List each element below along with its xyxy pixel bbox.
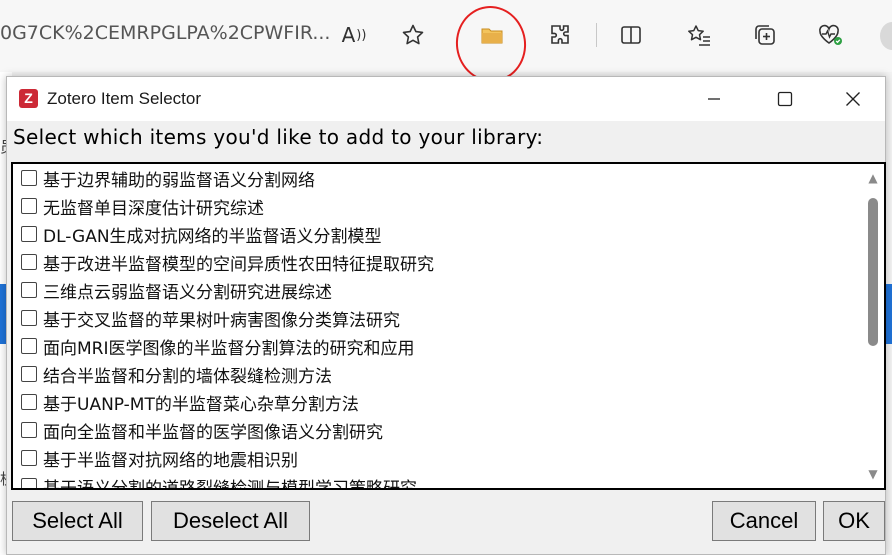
dialog-titlebar[interactable]: Z Zotero Item Selector	[7, 77, 885, 121]
list-item[interactable]: 基于UANP-MT的半监督菜心杂草分割方法	[13, 388, 860, 416]
zotero-item-selector-dialog: Z Zotero Item Selector Select which item…	[6, 76, 886, 555]
cancel-button[interactable]: Cancel	[712, 501, 816, 541]
list-item[interactable]: 基于交叉监督的苹果树叶病害图像分类算法研究	[13, 304, 860, 332]
address-bar-url[interactable]: 0G7CK%2CEMRPGLPA%2CPWFIR...	[0, 22, 330, 44]
item-checkbox[interactable]	[21, 198, 37, 214]
item-label: 基于改进半监督模型的空间异质性农田特征提取研究	[43, 254, 434, 275]
dialog-title: Zotero Item Selector	[47, 89, 202, 108]
item-list[interactable]: 基于边界辅助的弱监督语义分割网络 无监督单目深度估计研究综述 DL-GAN生成对抗网…	[11, 162, 886, 490]
item-checkbox[interactable]	[21, 478, 37, 488]
list-item[interactable]: 面向MRI医学图像的半监督分割算法的研究和应用	[13, 332, 860, 360]
item-checkbox[interactable]	[21, 366, 37, 382]
item-label: 结合半监督和分割的墙体裂缝检测方法	[43, 366, 332, 387]
scroll-down-arrow-icon[interactable]: ▼	[865, 466, 881, 482]
item-label: 面向全监督和半监督的医学图像语义分割研究	[43, 422, 383, 443]
item-checkbox[interactable]	[21, 282, 37, 298]
list-item[interactable]: 基于半监督对抗网络的地震相识别	[13, 444, 860, 472]
instruction-prompt: Select which items you'd like to add to …	[13, 125, 544, 149]
item-checkbox[interactable]	[21, 226, 37, 242]
list-item[interactable]: 三维点云弱监督语义分割研究进展综述	[13, 276, 860, 304]
extensions-icon[interactable]	[543, 18, 577, 52]
item-list-rows: 基于边界辅助的弱监督语义分割网络 无监督单目深度估计研究综述 DL-GAN生成对抗网…	[13, 164, 860, 490]
collections-icon[interactable]	[748, 18, 782, 52]
profile-avatar[interactable]	[880, 22, 892, 50]
item-checkbox[interactable]	[21, 450, 37, 466]
ok-button[interactable]: OK	[823, 501, 885, 541]
list-item[interactable]: 结合半监督和分割的墙体裂缝检测方法	[13, 360, 860, 388]
browser-health-icon[interactable]	[813, 18, 847, 52]
zotero-app-icon: Z	[19, 89, 38, 108]
vertical-scrollbar[interactable]: ▲ ▼	[862, 164, 884, 488]
item-checkbox[interactable]	[21, 338, 37, 354]
favorite-star-icon[interactable]	[396, 18, 430, 52]
list-item[interactable]: 无监督单目深度估计研究综述	[13, 192, 860, 220]
item-checkbox[interactable]	[21, 254, 37, 270]
favorites-list-icon[interactable]	[682, 18, 716, 52]
item-label: 面向MRI医学图像的半监督分割算法的研究和应用	[43, 338, 415, 359]
item-label: 三维点云弱监督语义分割研究进展综述	[43, 282, 332, 303]
browser-toolbar: 0G7CK%2CEMRPGLPA%2CPWFIR... A))	[0, 0, 892, 87]
maximize-button[interactable]	[750, 77, 820, 121]
read-aloud-icon[interactable]: A))	[337, 18, 371, 52]
item-label: 基于UANP-MT的半监督菜心杂草分割方法	[43, 394, 359, 415]
list-item[interactable]: DL-GAN生成对抗网络的半监督语义分割模型	[13, 220, 860, 248]
item-checkbox[interactable]	[21, 310, 37, 326]
select-all-button[interactable]: Select All	[12, 501, 143, 541]
item-checkbox[interactable]	[21, 170, 37, 186]
item-label: 基于交叉监督的苹果树叶病害图像分类算法研究	[43, 310, 400, 331]
scrollbar-thumb[interactable]	[868, 198, 878, 346]
minimize-button[interactable]	[679, 77, 749, 121]
item-label: DL-GAN生成对抗网络的半监督语义分割模型	[43, 226, 382, 247]
item-label: 无监督单目深度估计研究综述	[43, 198, 264, 219]
red-annotation-circle	[451, 1, 531, 87]
item-label: 基于语义分割的道路裂缝检测与模型学习策略研究	[43, 478, 417, 490]
list-item[interactable]: 基于改进半监督模型的空间异质性农田特征提取研究	[13, 248, 860, 276]
item-checkbox[interactable]	[21, 394, 37, 410]
close-button[interactable]	[818, 77, 888, 121]
scroll-up-arrow-icon[interactable]: ▲	[865, 170, 881, 186]
item-label: 基于边界辅助的弱监督语义分割网络	[43, 170, 315, 191]
deselect-all-button[interactable]: Deselect All	[151, 501, 310, 541]
item-checkbox[interactable]	[21, 422, 37, 438]
list-item[interactable]: 基于边界辅助的弱监督语义分割网络	[13, 164, 860, 192]
split-screen-icon[interactable]	[614, 18, 648, 52]
list-item[interactable]: 面向全监督和半监督的医学图像语义分割研究	[13, 416, 860, 444]
list-item[interactable]: 基于语义分割的道路裂缝检测与模型学习策略研究	[13, 472, 860, 490]
toolbar-separator	[596, 23, 597, 47]
item-label: 基于半监督对抗网络的地震相识别	[43, 450, 298, 471]
